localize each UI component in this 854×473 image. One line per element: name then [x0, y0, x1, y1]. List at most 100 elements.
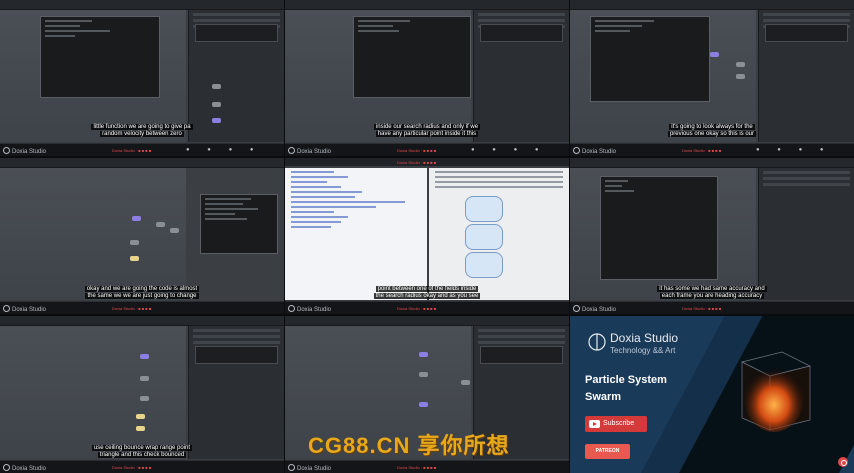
- app-toolbar: [285, 316, 569, 329]
- promo-title-line-2: Swarm: [585, 391, 622, 403]
- taskbar-brand: Doxia Studio: [3, 305, 46, 313]
- promo-card: Doxia Studio Technology && Art Particle …: [570, 316, 854, 473]
- 3d-viewport: [0, 168, 186, 300]
- promo-brand-subtitle: Technology && Art: [610, 346, 676, 355]
- parameter-panel: [473, 10, 569, 142]
- promo-title-line-1: Particle System: [585, 374, 667, 386]
- app-toolbar: [570, 0, 854, 13]
- thumbnail-7[interactable]: use ceiling bounce wrap range point trian…: [0, 316, 284, 473]
- network-node[interactable]: [140, 376, 149, 381]
- network-node[interactable]: [212, 102, 221, 107]
- parameter-panel: [188, 326, 284, 459]
- thumbnail-5-slides[interactable]: Doxia Studio · ■ ■ ■ ■ point between one…: [285, 158, 569, 314]
- taskbar: Doxia Studio Doxia Studio · ■ ■ ■ ■: [285, 301, 569, 314]
- app-toolbar: [0, 0, 284, 13]
- network-node-selected[interactable]: [419, 402, 428, 407]
- taskbar-icons: ● ● ● ●: [756, 147, 832, 153]
- promo-brand-name: Doxia Studio: [610, 331, 679, 345]
- taskbar-red-label: Doxia Studio · ■ ■ ■ ■: [397, 306, 437, 311]
- taskbar-red-label: Doxia Studio · ■ ■ ■ ■: [397, 465, 437, 470]
- parameter-panel: [758, 168, 854, 300]
- code-editor-window: [40, 16, 160, 98]
- network-node[interactable]: [419, 372, 428, 377]
- subtitle-caption: inside our search radius and only if we h…: [373, 124, 481, 137]
- network-node-selected[interactable]: [140, 354, 149, 359]
- thumbnail-6[interactable]: it has some we had same accuracy and each…: [570, 158, 854, 314]
- taskbar-red-label: Doxia Studio · ■ ■ ■ ■: [682, 148, 722, 153]
- patreon-button[interactable]: PATREON: [585, 444, 630, 459]
- network-node-selected[interactable]: [132, 216, 141, 221]
- network-node-selected[interactable]: [419, 352, 428, 357]
- subtitle-caption: use ceiling bounce wrap range point trian…: [91, 445, 193, 458]
- network-node[interactable]: [156, 222, 165, 227]
- record-icon: [838, 457, 848, 467]
- taskbar: Doxia Studio Doxia Studio · ■ ■ ■ ■: [0, 301, 284, 314]
- taskbar-brand: Doxia Studio: [573, 147, 616, 155]
- subtitle-caption: okay and we are going the code is almost…: [84, 286, 200, 299]
- browser-bar: Doxia Studio · ■ ■ ■ ■: [285, 158, 569, 166]
- taskbar: Doxia Studio Doxia Studio · ■ ■ ■ ■ ● ● …: [570, 143, 854, 156]
- code-editor-window: [600, 176, 718, 280]
- taskbar-brand: Doxia Studio: [288, 147, 331, 155]
- app-toolbar: [285, 0, 569, 13]
- youtube-icon: [589, 420, 600, 428]
- thumbnail-2[interactable]: inside our search radius and only if we h…: [285, 0, 569, 156]
- parameter-panel: [758, 10, 854, 142]
- subscribe-button[interactable]: Subscribe: [585, 416, 647, 432]
- taskbar-red-label: Doxia Studio · ■ ■ ■ ■: [112, 306, 152, 311]
- diagram-figure: [465, 224, 503, 250]
- taskbar: Doxia Studio Doxia Studio · ■ ■ ■ ■: [570, 301, 854, 314]
- thumbnail-3[interactable]: it's going to look always for the previou…: [570, 0, 854, 156]
- subtitle-caption: it has some we had same accuracy and each…: [657, 286, 767, 299]
- thumbnail-4[interactable]: okay and we are going the code is almost…: [0, 158, 284, 314]
- network-node[interactable]: [736, 74, 745, 79]
- code-document: [285, 168, 427, 300]
- diagram-figure: [465, 196, 503, 222]
- particle-cube-image: [740, 351, 812, 432]
- network-node[interactable]: [170, 228, 179, 233]
- video-thumbnail-grid: little function we are going to give pa r…: [0, 0, 854, 473]
- code-editor-window: [353, 16, 471, 98]
- code-editor-window: [200, 194, 278, 254]
- taskbar-brand: Doxia Studio: [288, 464, 331, 472]
- subtitle-caption: point between one of the fields inside th…: [373, 286, 481, 299]
- taskbar-brand: Doxia Studio: [573, 305, 616, 313]
- taskbar-icons: ● ● ● ●: [471, 147, 547, 153]
- taskbar: Doxia Studio Doxia Studio · ■ ■ ■ ■: [0, 460, 284, 473]
- network-node-selected[interactable]: [710, 52, 719, 57]
- doxia-logo-icon: [588, 333, 606, 351]
- subscribe-label: Subscribe: [603, 420, 635, 427]
- network-node[interactable]: [140, 396, 149, 401]
- taskbar-icons: ● ● ● ●: [186, 147, 262, 153]
- network-node-output[interactable]: [136, 426, 145, 431]
- paper-document: [429, 168, 569, 300]
- diagram-figure: [465, 252, 503, 278]
- taskbar-red-label: Doxia Studio · ■ ■ ■ ■: [397, 148, 437, 153]
- network-node-selected[interactable]: [212, 118, 221, 123]
- taskbar-brand: Doxia Studio: [3, 147, 46, 155]
- network-node[interactable]: [130, 240, 139, 245]
- network-node-output[interactable]: [136, 414, 145, 419]
- 3d-viewport: [0, 326, 186, 459]
- taskbar: Doxia Studio Doxia Studio · ■ ■ ■ ■ ● ● …: [0, 143, 284, 156]
- network-node-output[interactable]: [130, 256, 139, 261]
- network-node[interactable]: [212, 84, 221, 89]
- subtitle-caption: it's going to look always for the previou…: [667, 124, 757, 137]
- thumbnail-1[interactable]: little function we are going to give pa r…: [0, 0, 284, 156]
- parameter-panel: [188, 10, 284, 142]
- app-toolbar: [0, 158, 284, 171]
- taskbar-brand: Doxia Studio: [3, 464, 46, 472]
- browser-red-label: Doxia Studio · ■ ■ ■ ■: [397, 160, 437, 165]
- promo-thumbnail[interactable]: Doxia Studio Technology && Art Particle …: [570, 316, 854, 473]
- taskbar-brand: Doxia Studio: [288, 305, 331, 313]
- taskbar-red-label: Doxia Studio · ■ ■ ■ ■: [682, 306, 722, 311]
- app-toolbar: [0, 316, 284, 329]
- taskbar-red-label: Doxia Studio · ■ ■ ■ ■: [112, 465, 152, 470]
- code-editor-window: [590, 16, 710, 102]
- site-watermark: CG88.CN 享你所想: [308, 433, 510, 458]
- network-node[interactable]: [736, 62, 745, 67]
- app-toolbar: [570, 158, 854, 171]
- taskbar-red-label: Doxia Studio · ■ ■ ■ ■: [112, 148, 152, 153]
- network-node[interactable]: [461, 380, 470, 385]
- taskbar: Doxia Studio Doxia Studio · ■ ■ ■ ■: [285, 460, 569, 473]
